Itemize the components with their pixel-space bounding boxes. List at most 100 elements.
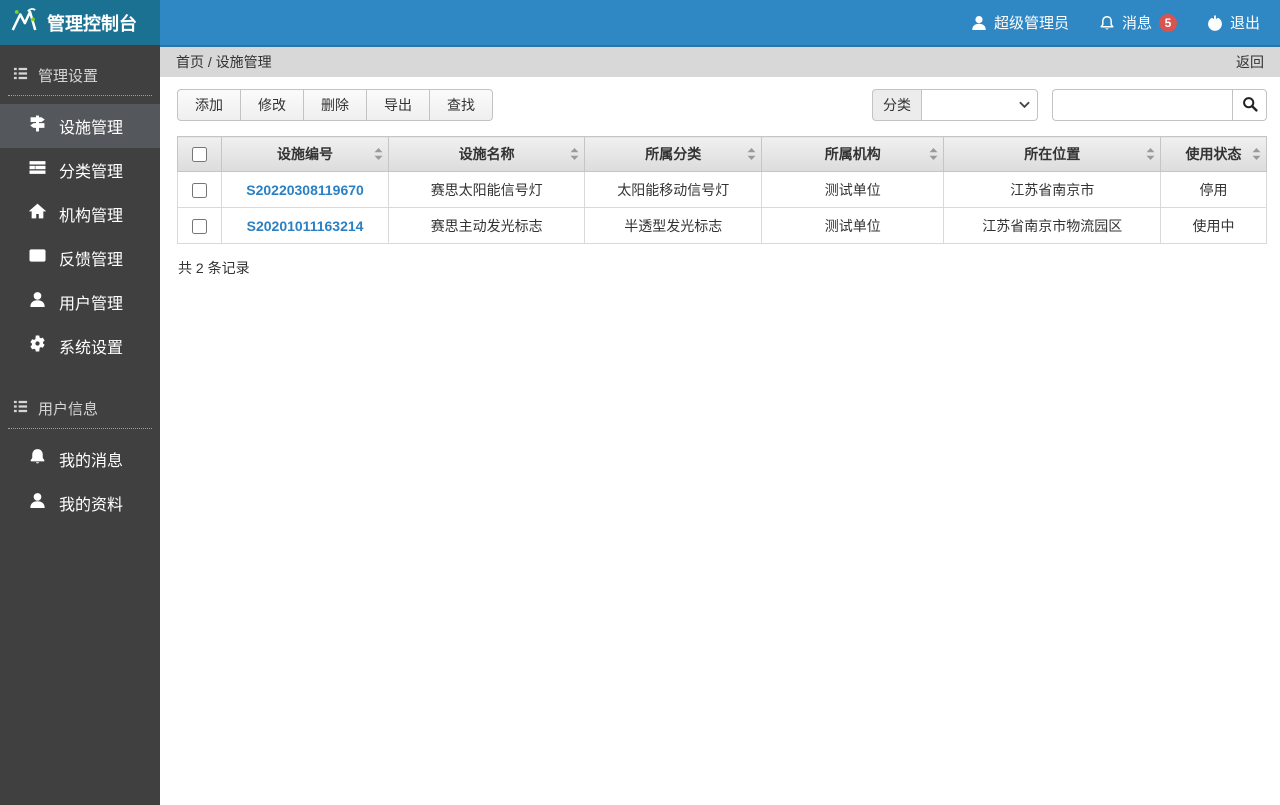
sidebar-section-header: 用户信息 [0,384,160,428]
main-panel: 添加 修改 删除 导出 查找 分类 设施编号 设施名称 所属分类 所属机构 所在… [160,77,1280,805]
toolbar-button-group: 添加 修改 删除 导出 查找 [177,89,493,121]
table-cell-text: 赛思太阳能信号灯 [430,181,543,198]
column-header-label: 所在位置 [1024,146,1081,162]
search-icon [1242,96,1258,115]
row-checkbox[interactable] [192,218,207,234]
sort-icon[interactable] [747,147,756,161]
gear-icon [29,335,46,357]
table-header-row: 设施编号 设施名称 所属分类 所属机构 所在位置 使用状态 [177,136,1267,172]
table-cell-text: 测试单位 [824,181,881,198]
current-user-menu[interactable]: 超级管理员 [971,12,1069,33]
sidebar: 管理设置设施管理分类管理机构管理反馈管理用户管理 系统设置用户信息我的消息我的资料 [0,45,160,805]
user-icon [29,492,46,514]
messages-count-badge: 5 [1158,13,1177,32]
column-header-label: 设施编号 [277,146,334,162]
table-row: S20201011163214 赛思主动发光标志 半透型发光标志 测试单位 江苏省南京市… [177,207,1267,244]
back-link[interactable]: 返回 [1236,52,1264,72]
app-window: 管理控制台 超级管理员 消息 5 退出 管理设置 设施管理 分类管理 机构管理 … [0,0,1280,805]
table-cell-text: 江苏省南京市 [1010,181,1095,198]
toolbar: 添加 修改 删除 导出 查找 分类 [177,89,1267,121]
search-button[interactable] [1232,89,1267,121]
table-cell-text: 太阳能移动信号灯 [617,181,730,198]
map-signs-icon [29,115,46,137]
facility-id-link[interactable]: S20201011163214 [247,218,364,234]
content-area: 首页 / 设施管理 返回 添加 修改 删除 导出 查找 分类 设施编号 设施名称… [160,45,1280,805]
sidebar-item[interactable]: 我的消息 [0,437,160,481]
find-button[interactable]: 查找 [430,89,493,121]
row-checkbox-cell [177,207,222,244]
logout-button[interactable]: 退出 [1207,12,1260,33]
table-cell-text: 赛思主动发光标志 [430,217,543,234]
sort-icon[interactable] [1252,147,1261,161]
sidebar-item-label: 设施管理 [59,120,124,137]
column-header[interactable]: 设施名称 [388,136,586,172]
sidebar-item[interactable]: 我的资料 [0,481,160,525]
app-logo-icon [9,5,39,40]
table-cell: 测试单位 [761,171,945,208]
category-select[interactable] [921,89,1038,121]
column-header-label: 使用状态 [1185,146,1242,162]
sort-icon[interactable] [374,147,383,161]
search-group [1052,89,1267,121]
sidebar-item[interactable]: 反馈管理 [0,236,160,280]
column-header-label: 设施名称 [458,146,515,162]
app-logo[interactable]: 管理控制台 [0,0,160,45]
table-cell: 半透型发光标志 [584,207,763,244]
edit-button[interactable]: 修改 [241,89,304,121]
sidebar-item[interactable]: 系统设置 [0,324,160,368]
sidebar-item[interactable]: 设施管理 [0,104,160,148]
facility-id-cell: S20220308119670 [220,171,390,208]
sidebar-section-title: 用户信息 [38,401,99,418]
breadcrumb[interactable]: 首页 / 设施管理 [176,52,272,72]
messages-label: 消息 [1121,15,1152,32]
sidebar-item[interactable]: 用户管理 [0,280,160,324]
top-header: 管理控制台 超级管理员 消息 5 退出 [0,0,1280,45]
sidebar-item-label: 反馈管理 [59,252,124,269]
column-header[interactable]: 设施编号 [220,136,390,172]
add-button[interactable]: 添加 [177,89,241,121]
category-filter-label: 分类 [872,89,921,121]
sidebar-divider [8,428,152,429]
sidebar-item[interactable]: 机构管理 [0,192,160,236]
sidebar-section-title: 管理设置 [38,68,99,85]
facility-id-link[interactable]: S20220308119670 [246,182,364,198]
table-cell: 江苏省南京市物流园区 [943,207,1162,244]
sidebar-item-label: 机构管理 [59,208,124,225]
delete-button[interactable]: 删除 [304,89,367,121]
sidebar-item[interactable]: 分类管理 [0,148,160,192]
table-cell: 江苏省南京市 [943,171,1162,208]
column-header[interactable]: 所属机构 [761,136,945,172]
sidebar-section-header: 管理设置 [0,51,160,95]
column-header[interactable]: 所在位置 [943,136,1162,172]
search-input[interactable] [1052,89,1232,121]
user-icon [971,15,987,31]
table-cell-text: 半透型发光标志 [624,217,723,234]
column-header[interactable]: 所属分类 [584,136,763,172]
app-title: 管理控制台 [47,13,137,34]
table-cell: 赛思太阳能信号灯 [388,171,586,208]
messages-link[interactable]: 消息 5 [1099,12,1177,33]
bell-icon [1099,15,1115,31]
table-cell: 测试单位 [761,207,945,244]
record-count: 共 2 条记录 [178,260,250,276]
user-icon [29,291,46,313]
logout-label: 退出 [1229,15,1260,32]
breadcrumb-bar: 首页 / 设施管理 返回 [160,45,1280,77]
sidebar-item-label: 我的消息 [59,453,124,470]
sort-icon[interactable] [1146,147,1155,161]
filter-controls: 分类 [872,89,1267,121]
sort-icon[interactable] [570,147,579,161]
export-button[interactable]: 导出 [367,89,430,121]
facility-id-cell: S20201011163214 [220,207,390,244]
indent-list-icon [29,159,46,181]
list-icon [13,66,28,85]
envelope-icon [29,247,46,269]
sidebar-item-label: 分类管理 [59,164,124,181]
select-all-checkbox[interactable] [192,147,207,163]
table-row: S20220308119670 赛思太阳能信号灯 太阳能移动信号灯 测试单位 江苏省南京… [177,171,1267,208]
column-header[interactable]: 使用状态 [1160,136,1267,172]
sort-icon[interactable] [929,147,938,161]
table-cell-text: 江苏省南京市物流园区 [982,217,1123,234]
row-checkbox[interactable] [192,182,207,198]
table-cell: 赛思主动发光标志 [388,207,586,244]
